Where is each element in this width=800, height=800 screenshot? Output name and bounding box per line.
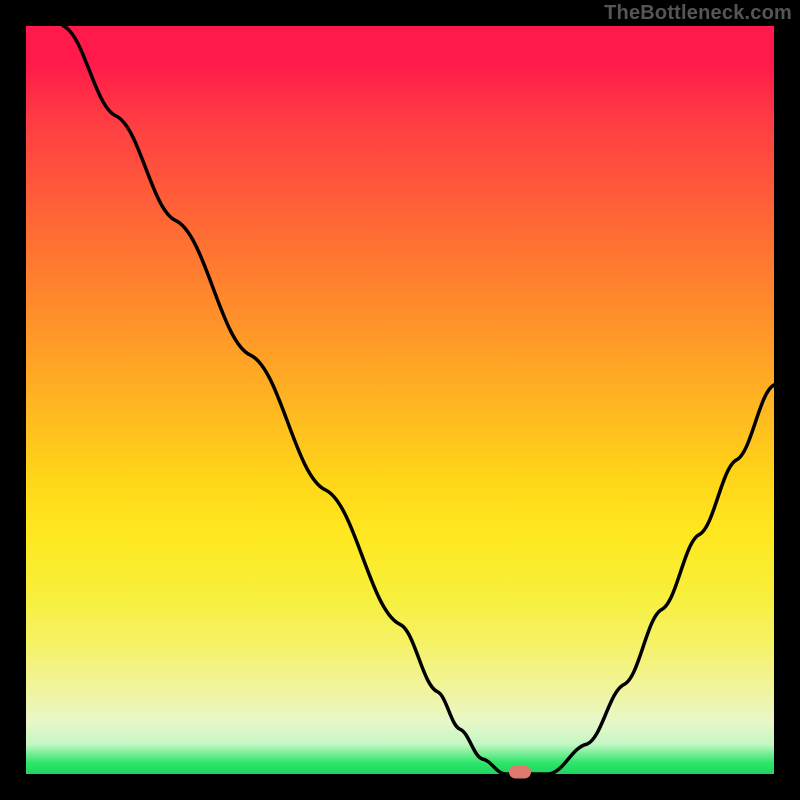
watermark-text: TheBottleneck.com xyxy=(604,2,792,25)
plot-area xyxy=(26,26,774,774)
curve-svg xyxy=(26,26,774,774)
optimal-marker xyxy=(509,766,531,779)
bottleneck-curve xyxy=(63,26,774,774)
chart-frame: TheBottleneck.com xyxy=(0,0,800,800)
